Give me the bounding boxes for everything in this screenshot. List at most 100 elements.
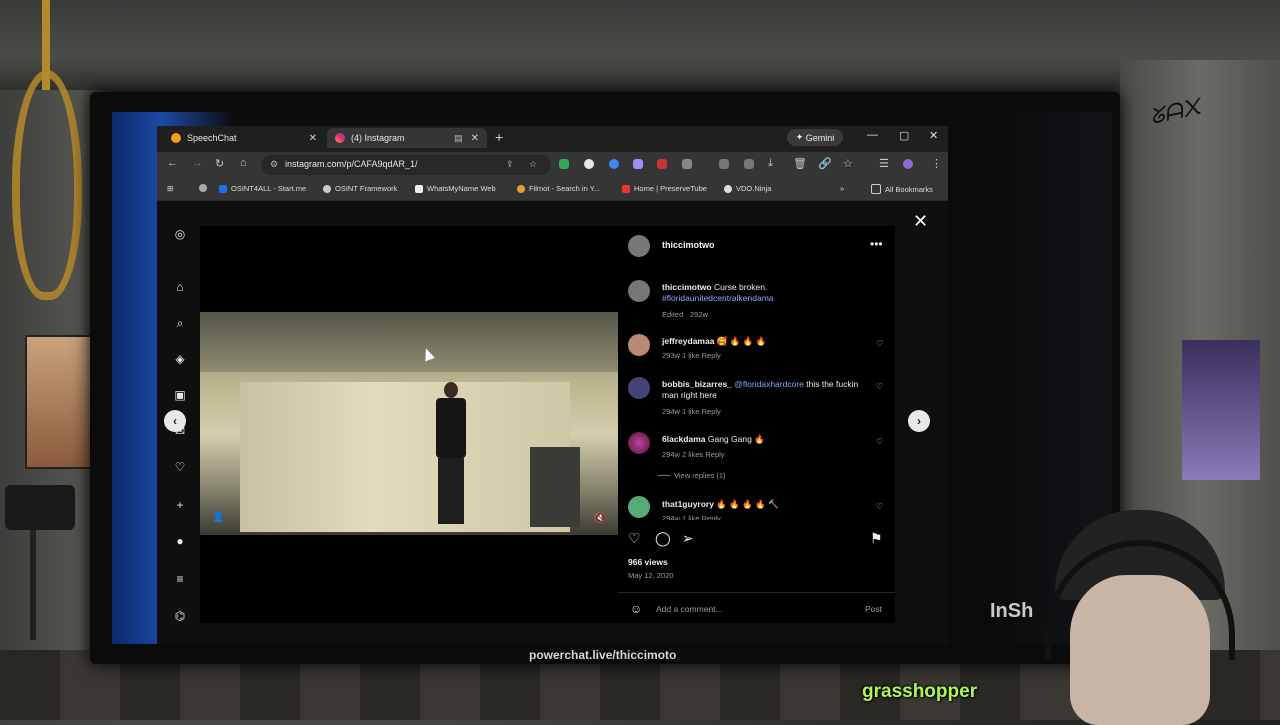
bookmark-osint4all[interactable]: OSINT4ALL - Start.me [219, 184, 306, 193]
back-icon[interactable]: ← [167, 157, 178, 169]
tool-extension-icon[interactable] [744, 159, 754, 169]
reels-icon[interactable]: ▣ [173, 388, 187, 402]
bookmark-vdoninja[interactable]: VDO.Ninja [724, 184, 771, 193]
more-options-icon[interactable]: ••• [870, 237, 883, 251]
close-icon[interactable]: ✕ [309, 133, 317, 144]
apps-grid-icon[interactable]: ⊞ [167, 184, 173, 193]
comment-mention[interactable]: @floridaxhardcore [734, 379, 804, 389]
bell-extension-icon[interactable] [584, 159, 594, 169]
avatar[interactable] [628, 334, 650, 356]
comment-meta[interactable]: 294w 1 like Reply [662, 514, 721, 520]
bookmark-osint-framework[interactable]: OSINT Framework [323, 184, 397, 193]
caption-hashtag[interactable]: #floridaunitedcentralkendama [662, 293, 774, 303]
download-icon[interactable]: ⤓ [768, 157, 773, 170]
minimize-icon[interactable]: — [867, 129, 878, 141]
close-window-icon[interactable]: ✕ [929, 129, 938, 142]
search-icon[interactable]: ⌕ [173, 316, 187, 330]
gemini-button[interactable]: ✦ Gemini [787, 129, 843, 146]
tab-instagram[interactable]: (4) Instagram ▤ ✕ [327, 128, 487, 148]
star-icon[interactable]: ☆ [843, 157, 853, 170]
comment-item: that1guyrory 🔥 🔥 🔥 🔥 🔨 [662, 499, 872, 510]
bookmark-star-icon[interactable]: ☆ [529, 159, 537, 170]
comment-item: bobbis_bizarres_ @floridaxhardcore this … [662, 379, 872, 401]
share-icon[interactable]: ⇪ [506, 159, 514, 170]
instagram-logo-icon[interactable]: ◎ [173, 227, 187, 241]
save-bookmark-icon[interactable]: ⚑ [870, 530, 883, 547]
comment-username[interactable]: 6lackdama [662, 434, 705, 444]
post-comment-button[interactable]: Post [865, 604, 882, 614]
comment-like-heart-icon[interactable]: ♡ [876, 382, 883, 391]
bookmark-label: WhatsMyName Web [427, 184, 496, 193]
notifications-heart-icon[interactable]: ♡ [173, 460, 187, 474]
next-post-arrow-icon[interactable]: › [908, 410, 930, 432]
forward-icon[interactable]: → [192, 157, 203, 169]
comment-meta[interactable]: 294w 2 likes Reply [662, 450, 725, 459]
post-media[interactable]: 👤 🔇 [200, 226, 618, 623]
also-from-meta-icon[interactable]: ⌬ [173, 609, 187, 623]
share-paper-plane-icon[interactable]: ➢ [682, 530, 694, 547]
bookmark-filmot[interactable]: Filmot - Search in Y... [517, 184, 600, 193]
bookmark-item[interactable] [199, 184, 211, 192]
comment-like-heart-icon[interactable]: ♡ [876, 502, 883, 511]
tab-speechchat[interactable]: SpeechChat ✕ [163, 128, 325, 148]
profile-avatar[interactable] [903, 159, 913, 169]
video-wall [240, 382, 570, 532]
new-tab-button[interactable]: + [495, 129, 503, 145]
close-modal-icon[interactable]: ✕ [913, 211, 928, 232]
comment-input[interactable]: Add a comment... [656, 604, 723, 614]
view-replies-button[interactable]: View replies (1) [674, 471, 726, 480]
comment-username[interactable]: that1guyrory [662, 499, 714, 509]
explore-icon[interactable]: ◈ [173, 352, 187, 366]
menu-kebab-icon[interactable]: ⋮ [931, 157, 942, 170]
address-bar[interactable]: ⚙ instagram.com/p/CAFA9qdAR_1/ ⇪ ☆ [261, 155, 551, 175]
home-icon[interactable]: ⌂ [173, 280, 187, 294]
video-person-legs [438, 458, 464, 524]
avatar[interactable] [628, 377, 650, 399]
avatar[interactable] [628, 280, 650, 302]
screenshot-extension-icon[interactable] [719, 159, 729, 169]
red-extension-icon[interactable] [657, 159, 667, 169]
comment-username[interactable]: bobbis_bizarres_ [662, 379, 732, 389]
grammarly-extension-icon[interactable] [559, 159, 569, 169]
bookmarks-overflow-icon[interactable]: » [840, 184, 844, 193]
purple-extension-icon[interactable] [633, 159, 643, 169]
avatar[interactable] [628, 235, 650, 257]
avatar[interactable] [628, 496, 650, 518]
sparkle-icon: ✦ [795, 132, 806, 142]
like-heart-icon[interactable]: ♡ [628, 530, 641, 547]
bookmark-label: OSINT Framework [335, 184, 398, 193]
profile-icon[interactable]: ● [173, 534, 187, 548]
startme-icon [219, 184, 227, 193]
tab-search-icon[interactable]: ☰ [879, 157, 889, 170]
prev-post-arrow-icon[interactable]: ‹ [164, 410, 186, 432]
caption-username[interactable]: thiccimotwo [662, 282, 712, 292]
comment-meta[interactable]: 294w 1 like Reply [662, 407, 721, 416]
mute-icon[interactable]: 🔇 [594, 513, 606, 524]
comment-like-heart-icon[interactable]: ♡ [876, 437, 883, 446]
all-bookmarks[interactable]: All Bookmarks [871, 184, 933, 194]
tab-audio-icon[interactable]: ▤ [454, 133, 463, 144]
more-menu-icon[interactable]: ≡ [173, 572, 187, 586]
post-username[interactable]: thiccimotwo [662, 240, 715, 250]
maximize-icon[interactable]: ▢ [899, 129, 909, 142]
puzzle-extension-icon[interactable] [682, 159, 692, 169]
comment-meta[interactable]: 293w 1 like Reply [662, 351, 721, 360]
avatar[interactable] [628, 432, 650, 454]
create-plus-icon[interactable]: + [173, 498, 187, 512]
tab-label: (4) Instagram [351, 133, 405, 143]
post-video[interactable]: 👤 🔇 [200, 312, 618, 535]
link-icon[interactable]: 🔗 [818, 157, 832, 170]
comment-like-heart-icon[interactable]: ♡ [876, 339, 883, 348]
trash-icon[interactable]: 🗑 [793, 157, 807, 170]
site-settings-icon[interactable]: ⚙ [270, 159, 278, 170]
chrome-extension-icon[interactable] [609, 159, 619, 169]
emoji-icon[interactable]: ☺ [630, 602, 642, 616]
tagged-user-icon[interactable]: 👤 [212, 512, 224, 523]
reload-icon[interactable]: ↻ [215, 157, 224, 170]
comment-bubble-icon[interactable]: ◯ [655, 530, 671, 547]
close-icon[interactable]: ✕ [471, 133, 479, 144]
bookmark-preservetube[interactable]: Home | PreserveTube [622, 184, 707, 193]
bookmark-whatsmyname[interactable]: WhatsMyName Web [415, 184, 496, 193]
comment-username[interactable]: jeffreydamaa [662, 336, 714, 346]
home-icon[interactable]: ⌂ [240, 157, 247, 169]
